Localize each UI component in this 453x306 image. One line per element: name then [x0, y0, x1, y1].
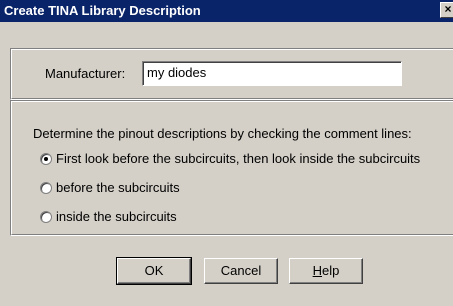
radio-option-label: First look before the subcircuits, then …	[56, 151, 421, 166]
close-icon: ×	[444, 2, 452, 16]
manufacturer-input[interactable]: my diodes	[142, 61, 402, 86]
radio-button[interactable]	[40, 211, 52, 223]
pinout-instruction: Determine the pinout descriptions by che…	[33, 126, 412, 141]
cancel-button[interactable]: Cancel	[204, 258, 278, 284]
help-label-rest: elp	[322, 263, 340, 278]
dialog-window: Create TINA Library Description × Manufa…	[0, 0, 453, 306]
manufacturer-label: Manufacturer:	[45, 66, 126, 81]
ok-button[interactable]: OK	[116, 257, 192, 285]
help-button[interactable]: Help	[289, 258, 363, 284]
radio-option-label: inside the subcircuits	[56, 209, 177, 224]
close-button[interactable]: ×	[440, 2, 453, 18]
radio-button-checked[interactable]	[40, 153, 52, 165]
title-bar[interactable]: Create TINA Library Description	[0, 0, 453, 22]
window-title: Create TINA Library Description	[4, 3, 201, 18]
help-accelerator: H	[312, 263, 323, 278]
radio-option-label: before the subcircuits	[56, 180, 180, 195]
radio-button[interactable]	[40, 182, 52, 194]
